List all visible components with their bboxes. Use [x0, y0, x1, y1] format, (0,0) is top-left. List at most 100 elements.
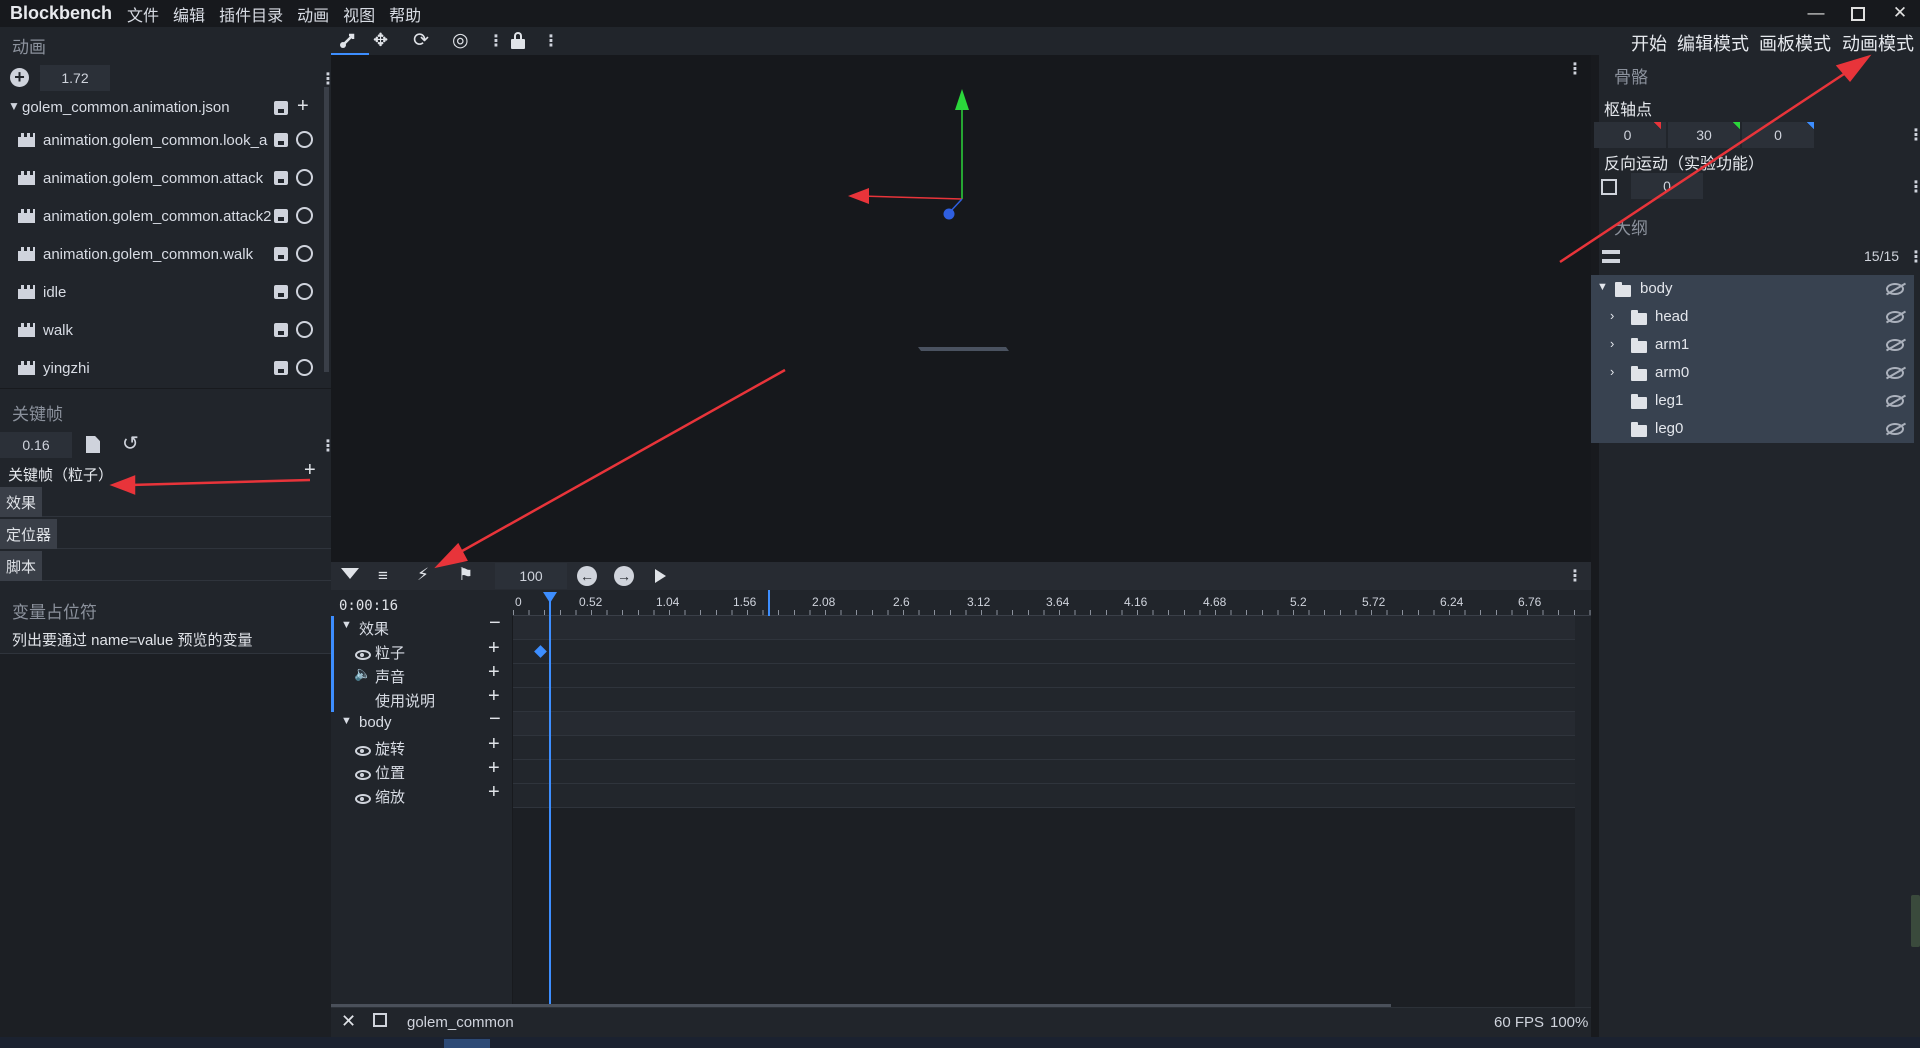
close-project-icon[interactable]: ✕ [341, 1011, 356, 1032]
timeline-menu-icon[interactable]: ⋮ [1567, 566, 1583, 586]
placeholder-textarea[interactable] [0, 653, 331, 1037]
timeline-ruler[interactable]: 0 0.52 1.04 1.56 2.08 2.6 3.12 3.64 4.16… [513, 590, 1591, 616]
side-handle[interactable] [1911, 895, 1920, 947]
eye-icon[interactable] [355, 770, 371, 781]
collapse-icon[interactable]: − [489, 708, 501, 731]
chevron-right-icon[interactable]: › [1610, 336, 1614, 351]
group-effects[interactable]: ▼ 效果 − [331, 612, 513, 640]
rotate-tool-icon[interactable]: ⟳ [413, 29, 429, 52]
close-window-button[interactable]: ✕ [1879, 0, 1920, 27]
visibility-hidden-icon[interactable] [1886, 395, 1904, 407]
save-icon[interactable] [274, 323, 288, 337]
tool-options-icon[interactable]: ⋮ [488, 31, 504, 51]
outliner-toggle-icon[interactable] [1602, 250, 1620, 263]
eye-icon[interactable] [355, 746, 371, 757]
channel-position[interactable]: 位置 + [331, 757, 513, 784]
play-toggle-icon[interactable] [296, 169, 313, 186]
add-keyframe-icon[interactable]: + [304, 459, 316, 482]
tag-effect[interactable]: 效果 [0, 487, 43, 517]
play-toggle-icon[interactable] [296, 359, 313, 376]
tag-script[interactable]: 脚本 [0, 551, 43, 581]
channel-instructions[interactable]: 使用说明 + [331, 685, 513, 712]
animation-length-input[interactable]: 1.72 [40, 65, 110, 91]
tag-row[interactable]: 定位器 [0, 519, 331, 549]
save-icon[interactable] [274, 285, 288, 299]
collapse-icon[interactable]: − [489, 612, 501, 635]
play-toggle-icon[interactable] [296, 131, 313, 148]
visibility-hidden-icon[interactable] [1886, 423, 1904, 435]
outliner-item-body[interactable]: ▼ body [1591, 275, 1914, 303]
bezier-icon[interactable]: ≡ [378, 566, 388, 586]
menu-edit[interactable]: 编辑 [166, 2, 212, 26]
move-pivot-tool[interactable] [331, 27, 369, 55]
ik-menu-icon[interactable]: ⋮ [1908, 177, 1920, 197]
pivot-y-input[interactable]: 30 [1668, 122, 1740, 148]
play-toggle-icon[interactable] [296, 245, 313, 262]
menu-plugins[interactable]: 插件目录 [212, 2, 290, 26]
visibility-hidden-icon[interactable] [1886, 339, 1904, 351]
tab-start[interactable]: 开始 [1631, 30, 1667, 56]
menu-help[interactable]: 帮助 [382, 2, 428, 26]
save-file-icon[interactable] [274, 101, 288, 115]
3d-viewport[interactable]: ⋮ [331, 55, 1591, 562]
add-to-file-icon[interactable]: + [297, 95, 309, 118]
play-toggle-icon[interactable] [296, 207, 313, 224]
menu-view[interactable]: 视图 [336, 2, 382, 26]
outliner-item-arm1[interactable]: › arm1 [1591, 331, 1914, 359]
save-icon[interactable] [274, 361, 288, 375]
menu-file[interactable]: 文件 [120, 2, 166, 26]
next-frame-icon[interactable]: → [614, 566, 634, 586]
magic-wand-icon[interactable]: ⚡ [417, 565, 429, 585]
timeline-tracks[interactable] [513, 616, 1591, 1007]
keyframe-time-input[interactable]: 0.16 [0, 432, 72, 458]
minimize-button[interactable]: — [1795, 0, 1837, 27]
list-item[interactable]: animation.golem_common.look_a [0, 121, 320, 159]
animation-list-scrollbar[interactable] [324, 87, 329, 372]
list-item[interactable]: yingzhi [0, 349, 320, 387]
list-item[interactable]: animation.golem_common.attack2 [0, 197, 320, 235]
previous-frame-icon[interactable]: ← [577, 566, 597, 586]
timeline-zoom-input[interactable]: 100 [495, 563, 567, 589]
outliner-item-leg0[interactable]: leg0 [1591, 415, 1914, 443]
list-item[interactable]: animation.golem_common.attack [0, 159, 320, 197]
tag-row[interactable]: 脚本 [0, 551, 331, 581]
pivot-menu-icon[interactable]: ⋮ [1908, 125, 1920, 145]
save-icon[interactable] [274, 133, 288, 147]
outliner-menu-icon[interactable]: ⋮ [1908, 247, 1920, 267]
eye-icon[interactable] [355, 794, 371, 805]
outliner-item-arm0[interactable]: › arm0 [1591, 359, 1914, 387]
add-keyframe-icon[interactable]: + [488, 661, 500, 684]
lock-options-icon[interactable]: ⋮ [543, 31, 559, 51]
channel-scale[interactable]: 缩放 + [331, 781, 513, 808]
channel-sound[interactable]: 🔈 声音 + [331, 661, 513, 688]
group-body[interactable]: ▼ body − [331, 708, 513, 736]
visibility-hidden-icon[interactable] [1886, 311, 1904, 323]
outliner-item-leg1[interactable]: leg1 [1591, 387, 1914, 415]
tag-row[interactable]: 效果 [0, 487, 331, 517]
ik-checkbox[interactable] [1601, 179, 1617, 195]
add-keyframe-icon[interactable]: + [488, 637, 500, 660]
save-icon[interactable] [274, 247, 288, 261]
channel-rotation[interactable]: 旋转 + [331, 733, 513, 760]
maximize-button[interactable] [1837, 0, 1879, 27]
channel-particle[interactable]: 粒子 + [331, 637, 513, 664]
visibility-hidden-icon[interactable] [1886, 367, 1904, 379]
file-icon[interactable] [86, 436, 100, 453]
outliner-item-head[interactable]: › head [1591, 303, 1914, 331]
tab-paint-mode[interactable]: 画板模式 [1759, 30, 1831, 56]
eye-icon[interactable] [355, 650, 371, 661]
add-keyframe-icon[interactable]: + [488, 781, 500, 804]
list-item[interactable]: animation.golem_common.walk [0, 235, 320, 273]
pivot-x-input[interactable]: 0 [1594, 122, 1666, 148]
visibility-hidden-icon[interactable] [1886, 283, 1904, 295]
tab-edit-mode[interactable]: 编辑模式 [1677, 30, 1749, 56]
add-keyframe-icon[interactable]: + [488, 757, 500, 780]
flag-icon[interactable]: ⚑ [458, 565, 473, 585]
add-keyframe-icon[interactable]: + [488, 685, 500, 708]
play-icon[interactable] [655, 569, 666, 583]
speaker-icon[interactable]: 🔈 [354, 665, 371, 682]
list-item[interactable]: walk [0, 311, 320, 349]
play-toggle-icon[interactable] [296, 283, 313, 300]
chevron-down-icon[interactable]: ▼ [1597, 281, 1608, 293]
save-icon[interactable] [274, 209, 288, 223]
